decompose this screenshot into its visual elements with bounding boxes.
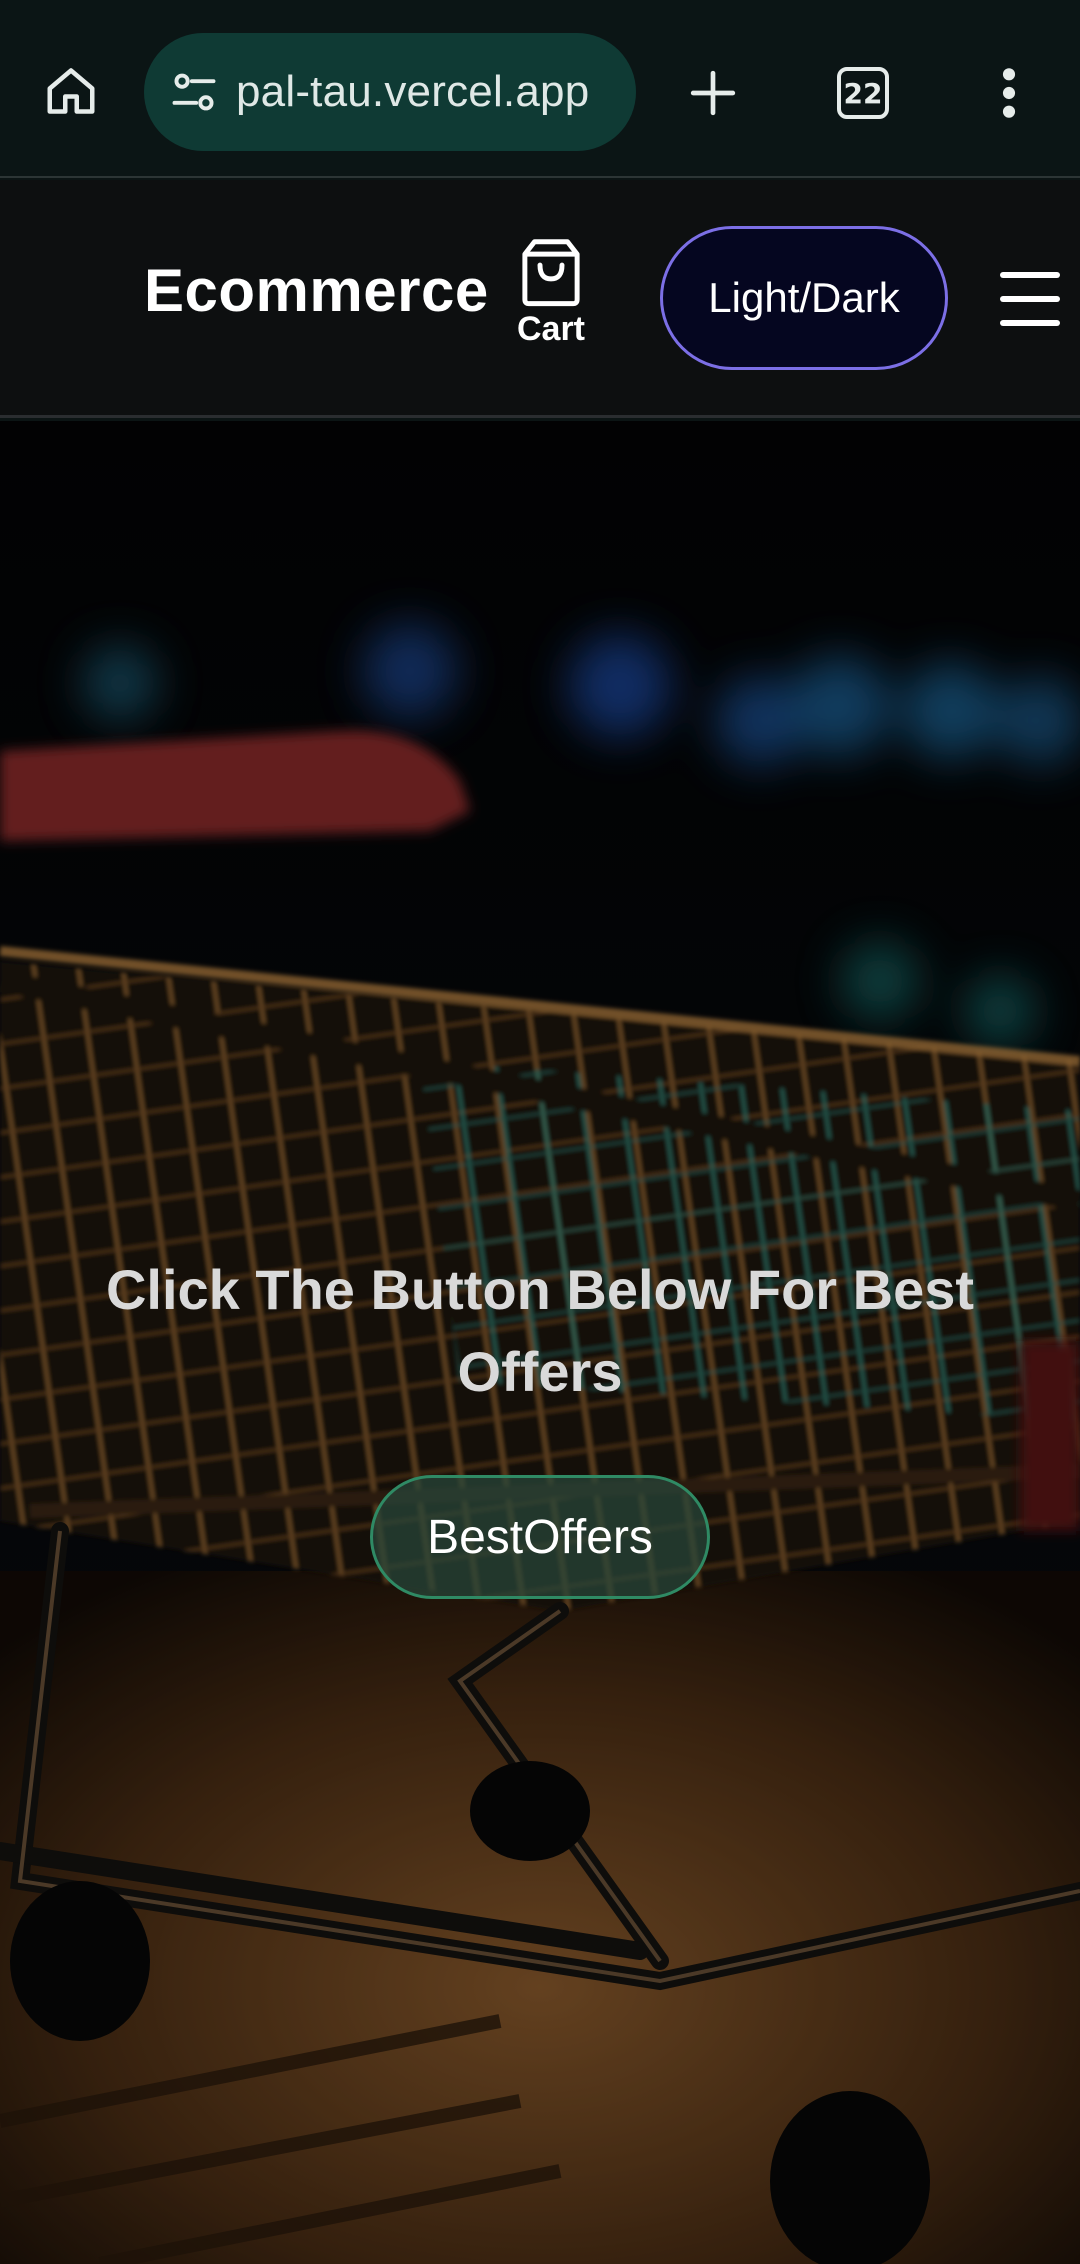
tab-switcher-button[interactable]: 22 xyxy=(822,52,904,134)
more-vert-icon xyxy=(1002,68,1016,118)
tab-count: 22 xyxy=(843,76,883,110)
site-header: Ecommerce Cart Light/Dark xyxy=(0,180,1080,418)
browser-toolbar: pal-tau.vercel.app 22 xyxy=(0,0,1080,178)
address-bar[interactable]: pal-tau.vercel.app xyxy=(144,33,636,151)
browser-menu-button[interactable] xyxy=(968,52,1050,134)
best-offers-button[interactable]: BestOffers xyxy=(370,1475,710,1599)
hamburger-line xyxy=(1000,272,1060,278)
url-text[interactable]: pal-tau.vercel.app xyxy=(236,67,589,117)
shopping-bag-icon xyxy=(522,239,580,307)
hero-section: Click The Button Below For Best Offers B… xyxy=(0,421,1080,2264)
hamburger-menu-icon[interactable] xyxy=(1000,272,1060,326)
tune-icon[interactable] xyxy=(168,66,220,118)
new-tab-button[interactable] xyxy=(672,52,754,134)
theme-toggle-button[interactable]: Light/Dark xyxy=(660,226,948,370)
hamburger-line xyxy=(1000,320,1060,326)
hamburger-line xyxy=(1000,296,1060,302)
cart-link[interactable]: Cart xyxy=(510,236,592,356)
tabs-icon: 22 xyxy=(837,67,889,119)
plus-icon xyxy=(690,70,736,116)
hero-title: Click The Button Below For Best Offers xyxy=(105,1257,975,1403)
home-icon xyxy=(47,68,95,114)
home-button[interactable] xyxy=(30,50,112,132)
brand-logo[interactable]: Ecommerce xyxy=(144,256,489,325)
cart-label: Cart xyxy=(516,310,586,348)
